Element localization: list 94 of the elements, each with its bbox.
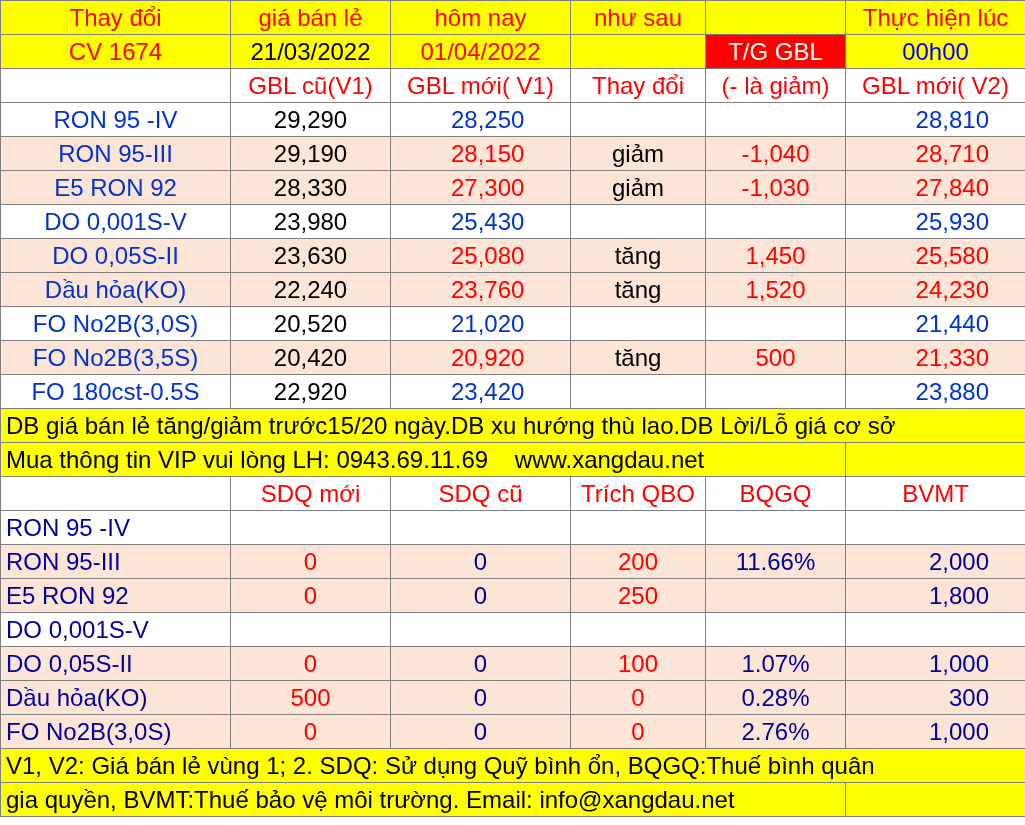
table-cell: 11.66% — [705, 544, 846, 579]
contact-text: Mua thông tin VIP vui lòng LH: 0943.69.11.69 www.xangdau.net — [0, 442, 846, 477]
table-cell: 0 — [390, 646, 571, 681]
header-text: giá bán lẻ — [258, 3, 363, 31]
cell-text: E5 RON 92 — [54, 173, 177, 201]
table-cell: DO 0,05S-II — [0, 646, 231, 681]
cell-text: -1,030 — [741, 173, 810, 201]
header-text: 01/04/2022 — [420, 37, 541, 65]
cell-text: 23,880 — [915, 377, 989, 405]
column-header: Thay đổi — [570, 68, 706, 103]
column-header: Trích QBO — [570, 476, 706, 511]
header-text: Thay đổi — [69, 3, 162, 31]
table-cell: 0 — [390, 578, 571, 613]
cell-text: 23,630 — [273, 241, 348, 269]
cell-text: 28,330 — [273, 173, 348, 201]
table-cell: DO 0,001S-V — [0, 612, 231, 647]
cell-text: DO 0,05S-II — [52, 241, 179, 269]
cell-text: tăng — [614, 241, 662, 269]
header-text: Thực hiện lúc — [862, 3, 1009, 31]
cell-text: 25,580 — [915, 241, 989, 269]
header-text: CV 1674 — [68, 37, 163, 65]
table-cell: FO No2B(3,0S) — [0, 714, 231, 749]
cell-text: 28,150 — [451, 139, 525, 167]
column-header: SDQ mới — [230, 476, 391, 511]
table-cell: 0 — [390, 544, 571, 579]
header-text: 21/03/2022 — [250, 37, 371, 65]
cell-text: giảm — [612, 139, 664, 167]
cell-text: 20,420 — [273, 343, 348, 371]
cell-text: giảm — [612, 173, 664, 201]
table-cell: RON 95-III — [0, 544, 231, 579]
cell-text: 21,330 — [915, 343, 989, 371]
cell-text: RON 95-III — [58, 139, 173, 167]
cell-text: tăng — [614, 343, 662, 371]
cell-text: FO 180cst-0.5S — [31, 377, 200, 405]
cell-text: 23,760 — [451, 275, 525, 303]
table-cell: 0 — [390, 714, 571, 749]
cell-text: 500 — [755, 343, 796, 371]
table-cell: 2.76% — [705, 714, 846, 749]
cell-text: Dầu hỏa(KO) — [44, 275, 187, 303]
table-cell: 200 — [570, 544, 706, 579]
cell-text: RON 95 -IV — [53, 105, 178, 133]
cell-text: 23,980 — [273, 207, 348, 235]
cell-text: 21,440 — [915, 309, 989, 337]
table-cell: 0 — [570, 714, 706, 749]
cell-text: 20,920 — [451, 343, 525, 371]
footer-text: V1, V2: Giá bán lẻ vùng 1; 2. SDQ: Sử dụng Quỹ bình ổn, BQGQ:Thuế bình quân — [0, 748, 1025, 783]
header-text: T/G GBL — [728, 37, 823, 65]
table-cell: E5 RON 92 — [0, 578, 231, 613]
cell-text: -1,040 — [741, 139, 810, 167]
table-cell: 100 — [570, 646, 706, 681]
header-text: như sau — [593, 3, 683, 31]
cell-text: 27,300 — [451, 173, 525, 201]
column-header: SDQ cũ — [390, 476, 571, 511]
column-header: BQGQ — [705, 476, 846, 511]
table-cell: 0 — [390, 680, 571, 715]
cell-text: 25,930 — [915, 207, 989, 235]
cell-text: 28,250 — [451, 105, 525, 133]
cell-text: 20,520 — [273, 309, 348, 337]
cell-text: 25,080 — [451, 241, 525, 269]
cell-text: tăng — [614, 275, 662, 303]
note-text: DB giá bán lẻ tăng/giảm trước15/20 ngày.DB xu hướng thù lao.DB Lời/Lỗ giá cơ sở — [0, 408, 1025, 443]
table-cell: 0 — [570, 680, 706, 715]
cell-text: 1,450 — [745, 241, 806, 269]
cell-text: DO 0,001S-V — [44, 207, 187, 235]
cell-text: FO No2B(3,0S) — [32, 309, 199, 337]
table-cell: 0.28% — [705, 680, 846, 715]
table-cell: 0 — [230, 646, 391, 681]
table-cell: 0 — [230, 714, 391, 749]
cell-text: 29,290 — [273, 105, 348, 133]
header-text: hôm nay — [434, 3, 527, 31]
cell-text: 22,920 — [273, 377, 348, 405]
cell-text: 22,240 — [273, 275, 348, 303]
header-text: 00h00 — [902, 37, 969, 65]
cell-text: 27,840 — [915, 173, 989, 201]
cell-text: 24,230 — [915, 275, 989, 303]
column-header: (- là giảm) — [705, 68, 846, 103]
cell-text: 23,420 — [451, 377, 525, 405]
table-cell: 0 — [230, 578, 391, 613]
cell-text: 28,810 — [915, 105, 989, 133]
table-cell: 0 — [230, 544, 391, 579]
table-cell: 500 — [230, 680, 391, 715]
table-cell: 1.07% — [705, 646, 846, 681]
table-cell: 250 — [570, 578, 706, 613]
cell-text: 29,190 — [273, 139, 348, 167]
cell-text: 25,430 — [451, 207, 525, 235]
column-header: GBL mới( V1) — [390, 68, 571, 103]
table-cell: RON 95 -IV — [0, 510, 231, 545]
footer-text: gia quyền, BVMT:Thuế bảo vệ môi trường. Email: info@xangdau.net — [0, 782, 846, 817]
cell-text: FO No2B(3,5S) — [32, 343, 199, 371]
column-header: GBL cũ(V1) — [230, 68, 391, 103]
cell-text: 28,710 — [915, 139, 989, 167]
cell-text: 1,520 — [745, 275, 806, 303]
table-cell: Dầu hỏa(KO) — [0, 680, 231, 715]
cell-text: 21,020 — [451, 309, 525, 337]
